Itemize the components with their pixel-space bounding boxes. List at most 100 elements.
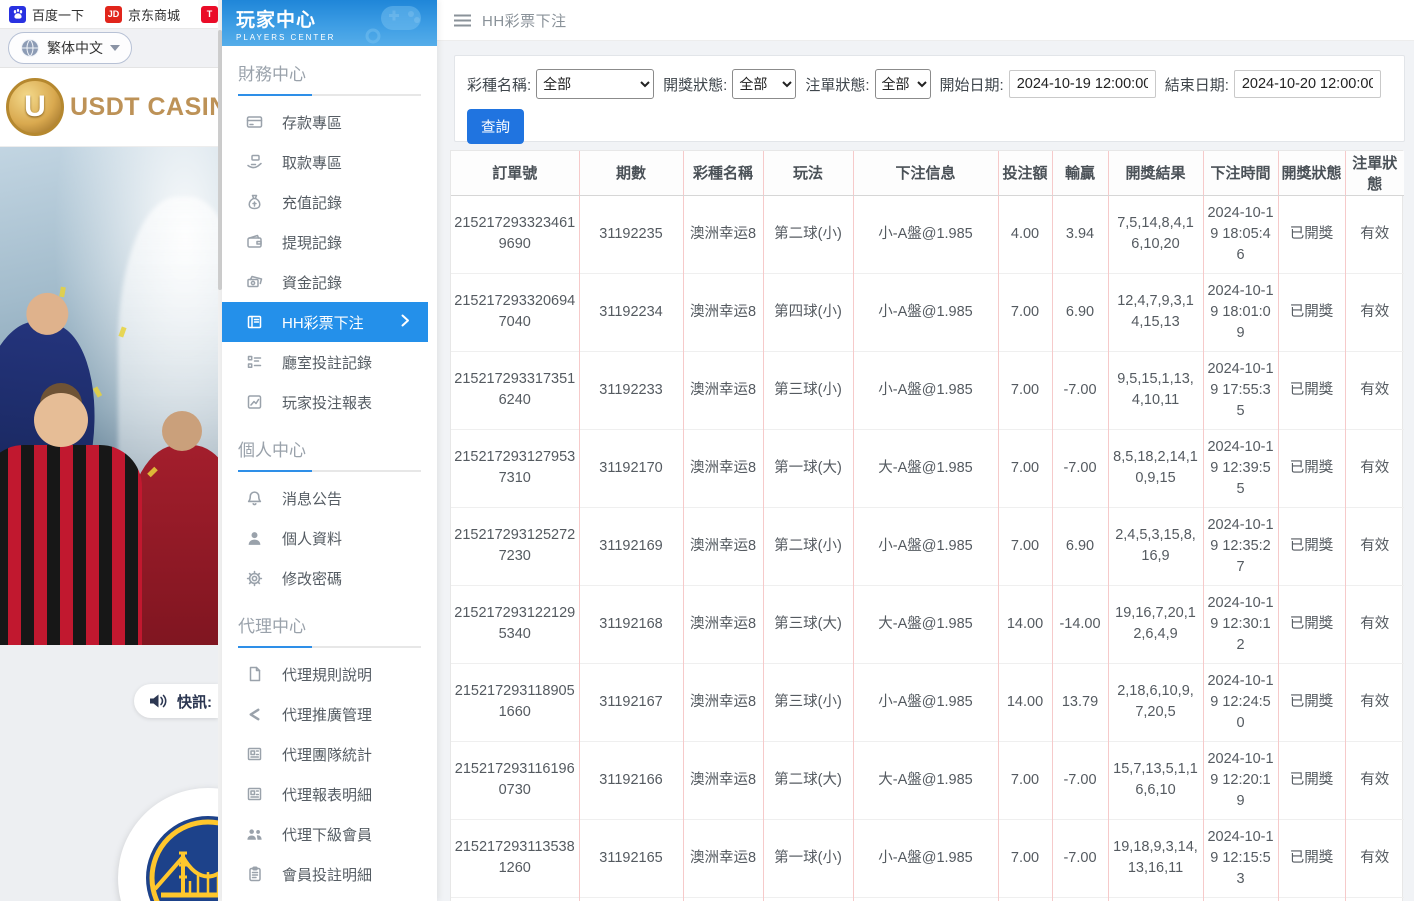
speaker-icon <box>149 693 168 709</box>
withdraw-hand-icon <box>246 154 263 170</box>
table-cell: 7.00 <box>998 507 1052 585</box>
sidebar-item-代理下級會員[interactable]: 代理下級會員 <box>222 814 428 854</box>
table-cell: 澳洲幸运8 <box>683 897 763 901</box>
draw-status-select[interactable]: 全部 <box>732 69 796 99</box>
language-selector[interactable]: 繁体中文 <box>8 32 132 64</box>
table-cell: 2152172931279537310 <box>451 429 579 507</box>
start-date-input[interactable] <box>1009 70 1156 98</box>
table-cell: 2,10,8,16,20,19,14,1 <box>1108 897 1203 901</box>
clipboard-icon <box>246 866 263 882</box>
end-date-input[interactable] <box>1234 70 1381 98</box>
team-badge <box>118 788 218 901</box>
table-cell: 2,18,6,10,9,7,20,5 <box>1108 663 1203 741</box>
sidebar-item-提現記錄[interactable]: 提現記錄 <box>222 222 428 262</box>
table-cell: -14.00 <box>1052 897 1108 901</box>
table-cell: 大-A盤@1.985 <box>853 585 998 663</box>
table-cell: 有效 <box>1345 897 1404 901</box>
sidebar-item-HH彩票下注[interactable]: HH彩票下注 <box>222 302 428 342</box>
search-button[interactable]: 查詢 <box>467 109 524 144</box>
lottery-name-label: 彩種名稱: <box>467 74 531 95</box>
sidebar-item-個人資料[interactable]: 個人資料 <box>222 518 428 558</box>
bridge-badge-icon <box>143 813 218 901</box>
site-logo[interactable]: U USDT CASINO <box>0 68 218 147</box>
sidebar-item-label: HH彩票下注 <box>282 312 364 333</box>
sidebar-item-label: 玩家投注報表 <box>282 392 372 413</box>
table-cell: 31192166 <box>579 741 683 819</box>
sidebar-item-存款專區[interactable]: 存款專區 <box>222 102 428 142</box>
sidebar-item-label: 取款專區 <box>282 152 342 173</box>
table-cell: 有效 <box>1345 507 1404 585</box>
table-cell: 13.79 <box>1052 663 1108 741</box>
table-cell: -7.00 <box>1052 351 1108 429</box>
filter-panel: 彩種名稱: 全部 開獎狀態: 全部 注單狀態: 全部 開始日期: 結束日期: 查… <box>454 55 1405 142</box>
table-cell: 2152172931161960730 <box>451 741 579 819</box>
order-status-select[interactable]: 全部 <box>875 69 931 99</box>
sidebar-item-代理團隊統計[interactable]: 代理團隊統計 <box>222 734 428 774</box>
sidebar-item-label: 廳室投註記錄 <box>282 352 372 373</box>
table-cell: 7.00 <box>998 819 1052 897</box>
table-cell: 6.90 <box>1052 273 1108 351</box>
table-cell: 第三球(大) <box>763 585 853 663</box>
hamburger-menu-icon[interactable] <box>454 14 471 27</box>
table-cell: 已開獎 <box>1278 351 1345 429</box>
table-cell: 小-A盤@1.985 <box>853 663 998 741</box>
bookmark-item[interactable]: 百度一下 <box>9 5 84 24</box>
draw-status-label: 開獎狀態: <box>663 74 727 95</box>
moneybag-icon <box>246 194 263 210</box>
table-cell: 第一球(小) <box>763 819 853 897</box>
table-cell: -14.00 <box>1052 585 1108 663</box>
bookmark-item[interactable]: JD京东商城 <box>105 5 180 24</box>
sidebar-item-會員投註明細[interactable]: 會員投註明細 <box>222 854 428 894</box>
start-date-label: 開始日期: <box>940 74 1004 95</box>
language-strip: 繁体中文 <box>0 29 218 68</box>
document-icon <box>246 666 263 682</box>
sidebar-item-label: 代理規則說明 <box>282 664 372 685</box>
sidebar-item-代理推廣管理[interactable]: 代理推廣管理 <box>222 694 428 734</box>
table-cell: 第二球(小) <box>763 507 853 585</box>
sidebar-item-label: 提現記錄 <box>282 232 342 253</box>
logo-coin-icon: U <box>6 78 64 136</box>
table-cell: 有效 <box>1345 663 1404 741</box>
table-row: 215217293317351624031192233澳洲幸运8第三球(小)小-… <box>451 351 1404 429</box>
sidebar-item-代理規則說明[interactable]: 代理規則說明 <box>222 654 428 694</box>
sidebar-section-title: 代理中心 <box>238 612 421 637</box>
sidebar-item-label: 個人資料 <box>282 528 342 549</box>
table-cell: 小-A盤@1.985 <box>853 273 998 351</box>
end-date-label: 結束日期: <box>1165 74 1229 95</box>
sidebar-item-label: 會員投註明細 <box>282 864 372 885</box>
table-cell: 2024-10-19 12:24:50 <box>1203 663 1278 741</box>
table-cell: 2152172933206947040 <box>451 273 579 351</box>
ticker-label: 快訊: <box>177 691 212 712</box>
lottery-name-select[interactable]: 全部 <box>536 69 654 99</box>
table-cell: 有效 <box>1345 819 1404 897</box>
sidebar-item-代理報表明細[interactable]: 代理報表明細 <box>222 774 428 814</box>
sidebar-item-修改密碼[interactable]: 修改密碼 <box>222 558 428 598</box>
sidebar-item-充值記錄[interactable]: 充值記錄 <box>222 182 428 222</box>
table-cell: 有效 <box>1345 741 1404 819</box>
table-cell: 第三球(小) <box>763 351 853 429</box>
sidebar-item-廳室投註記錄[interactable]: 廳室投註記錄 <box>222 342 428 382</box>
order-status-label: 注單狀態: <box>805 74 869 95</box>
bell-icon <box>246 490 263 507</box>
news-ticker[interactable]: 快訊: <box>134 684 218 718</box>
funds-ticket-icon <box>246 274 263 290</box>
jd-icon: JD <box>105 6 122 23</box>
table-cell: 2024-10-19 12:04:50 <box>1203 897 1278 901</box>
table-cell: 澳洲幸运8 <box>683 351 763 429</box>
table-cell: 15,7,13,5,1,16,6,10 <box>1108 741 1203 819</box>
sidebar-item-消息公告[interactable]: 消息公告 <box>222 478 428 518</box>
sidebar-header: 玩家中心 PLAYERS CENTER <box>222 0 437 46</box>
sidebar-item-label: 消息公告 <box>282 488 342 509</box>
sidebar-item-會員交易明細[interactable]: 會員交易明細 <box>222 894 428 901</box>
column-header-開獎狀態: 開獎狀態 <box>1278 151 1345 195</box>
table-cell: 31192169 <box>579 507 683 585</box>
sidebar-item-取款專區[interactable]: 取款專區 <box>222 142 428 182</box>
table-cell: 31192165 <box>579 819 683 897</box>
sidebar-item-玩家投注報表[interactable]: 玩家投注報表 <box>222 382 428 422</box>
table-cell: 3.94 <box>1052 195 1108 273</box>
sidebar-item-資金記錄[interactable]: 資金記錄 <box>222 262 428 302</box>
bookmark-item[interactable]: T天猫 <box>201 5 218 24</box>
table-cell: 2,4,5,3,15,8,16,9 <box>1108 507 1203 585</box>
table-cell: 7,5,14,8,4,16,10,20 <box>1108 195 1203 273</box>
column-header-投注額: 投注額 <box>998 151 1052 195</box>
